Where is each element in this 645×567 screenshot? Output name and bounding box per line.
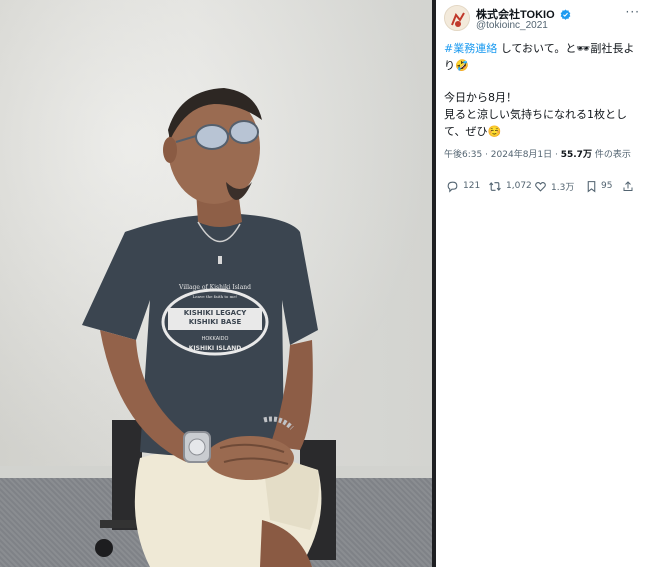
avatar-logo-icon [445,6,469,30]
more-options-button[interactable]: ··· [626,5,640,19]
tweet-line-1: #業務連絡 しておいて。と🕶副社長より🤣 [444,40,640,74]
tweet-line-2: 今日から8月！ [444,91,517,104]
sunglasses-lens-right [229,120,259,144]
verified-badge-icon [560,9,571,20]
tweet-panel: 株式会社TOKIO @tokioinc_2021 ··· #業務連絡 しておいて… [436,0,645,567]
retweet-button[interactable]: 1,072 [488,177,532,195]
views-suffix: 件の表示 [591,150,631,160]
retweet-count: 1,072 [506,181,532,191]
share-button[interactable] [622,177,638,195]
timestamp[interactable]: 午後6:35 · 2024年8月1日 · [444,150,561,160]
tweet-text: #業務連絡 しておいて。と🕶副社長より🤣 今日から8月！ 見ると涼しい気持ちにな… [444,40,640,140]
sunglasses-lens-left [195,124,229,150]
hashtag-link[interactable]: #業務連絡 [444,42,497,55]
reply-icon [447,181,458,193]
necklace-pendant [218,256,222,264]
reply-count: 121 [463,181,481,191]
like-button[interactable]: 1.3万 [534,177,574,195]
tweet-photo[interactable]: Village of Kishiki Island Leave the fait… [0,0,432,567]
bookmark-button[interactable]: 95 [586,177,612,195]
tweet-header: 株式会社TOKIO @tokioinc_2021 ··· [444,5,640,35]
shirt-text-place: HOKKAIDO [201,336,229,342]
like-count: 1.3万 [551,182,575,193]
tweet-actions: 121 1,072 1.3万 95 [446,177,640,195]
shirt-text-main2: KISHIKI BASE [188,318,242,326]
reply-button[interactable]: 121 [446,177,480,195]
tweet-line-3: 見ると涼しい気持ちになれる1枚として、ぜひ☺️ [444,108,627,138]
share-icon [623,180,633,191]
chair-wheel [95,539,113,557]
heart-icon [535,181,546,192]
ear [163,137,177,163]
tweet-meta: 午後6:35 · 2024年8月1日 · 55.7万 件の表示 [444,147,631,160]
account-handle[interactable]: @tokioinc_2021 [476,20,548,31]
avatar[interactable] [444,5,470,31]
shirt-text-bottom: KISHIKI ISLAND [188,345,242,352]
bookmark-count: 95 [601,181,613,191]
shirt-text-top: Village of Kishiki Island [179,284,251,291]
retweet-icon [489,181,501,191]
bookmark-icon [587,180,596,192]
shirt-text-small: Leave the faith to me! [192,294,238,299]
shirt-text-main1: KISHIKI LEGACY [183,309,247,317]
views-count: 55.7万 [560,150,592,160]
shirt-text-main: KISHIKI LEGACY KISHIKI BASE [168,309,262,327]
